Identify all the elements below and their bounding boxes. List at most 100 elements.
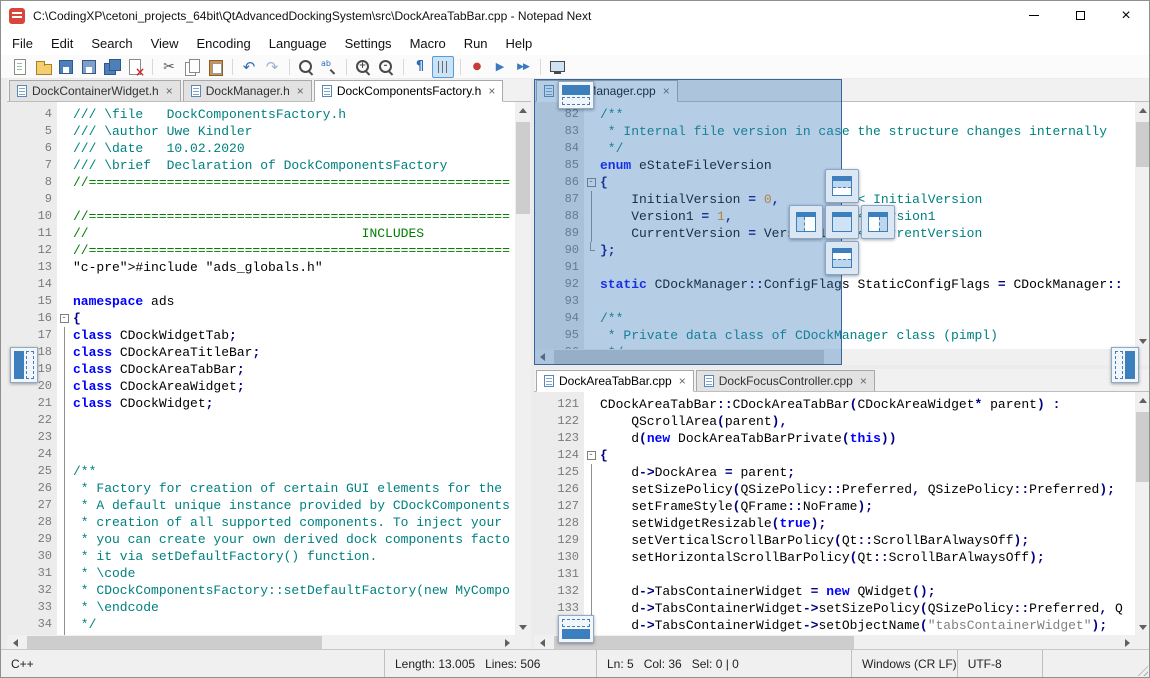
window-controls: × bbox=[1011, 1, 1149, 31]
indent-guides-icon bbox=[434, 58, 452, 76]
redo-button[interactable]: ↷ bbox=[261, 56, 283, 78]
tab-dockcomponentsfactory-h[interactable]: DockComponentsFactory.h× bbox=[314, 80, 504, 102]
menu-help[interactable]: Help bbox=[497, 33, 542, 54]
menu-macro[interactable]: Macro bbox=[401, 33, 455, 54]
vertical-scrollbar[interactable] bbox=[1135, 102, 1150, 349]
run-macro-multiple-button[interactable]: ▶▶ bbox=[512, 56, 534, 78]
menu-language[interactable]: Language bbox=[260, 33, 336, 54]
tab-dockareatabbar-cpp[interactable]: DockAreaTabBar.cpp× bbox=[536, 370, 694, 392]
fold-margin bbox=[57, 140, 71, 157]
show-symbols-button[interactable]: ¶ bbox=[409, 56, 431, 78]
fold-margin bbox=[57, 395, 71, 412]
open-file-button[interactable] bbox=[32, 56, 54, 78]
drop-indicator-bottom-edge[interactable] bbox=[558, 615, 594, 643]
vertical-scrollbar[interactable] bbox=[515, 102, 531, 635]
menu-file[interactable]: File bbox=[3, 33, 42, 54]
line-number: 32 bbox=[7, 582, 57, 599]
scroll-up-icon[interactable] bbox=[1135, 102, 1150, 118]
close-button[interactable]: × bbox=[1103, 1, 1149, 30]
monitor-button[interactable] bbox=[546, 56, 568, 78]
editor-left[interactable]: 4/// \file DockComponentsFactory.h5/// \… bbox=[7, 102, 515, 635]
tab-close-icon[interactable]: × bbox=[297, 85, 304, 97]
replace-button[interactable] bbox=[318, 56, 340, 78]
window-title: C:\CodingXP\cetoni_projects_64bit\QtAdva… bbox=[33, 9, 1011, 23]
paste-button[interactable] bbox=[204, 56, 226, 78]
tab-dockcontainerwidget-h[interactable]: DockContainerWidget.h× bbox=[9, 80, 181, 101]
app-icon bbox=[9, 8, 25, 24]
code-text: setWidgetResizable(true); bbox=[598, 515, 826, 532]
drop-indicator-top-edge[interactable] bbox=[558, 81, 594, 109]
status-eol-mode[interactable]: Windows (CR LF) bbox=[852, 650, 958, 677]
drop-indicator-bottom[interactable] bbox=[825, 241, 859, 275]
save-file-button[interactable] bbox=[55, 56, 77, 78]
menu-edit[interactable]: Edit bbox=[42, 33, 82, 54]
maximize-icon bbox=[1076, 11, 1085, 20]
editor-bottom-right[interactable]: 121CDockAreaTabBar::CDockAreaTabBar(CDoc… bbox=[534, 392, 1135, 635]
scrollbar-thumb[interactable] bbox=[554, 636, 854, 650]
drop-indicator-left-edge[interactable] bbox=[10, 347, 38, 383]
toolbar: ✂↶↷¶●▶▶▶ bbox=[1, 55, 1149, 79]
fold-collapse-icon[interactable]: - bbox=[584, 447, 598, 464]
fold-collapse-icon[interactable]: - bbox=[57, 310, 71, 327]
code-text: * creation of all supported components. … bbox=[71, 514, 502, 531]
code-text: d->TabsContainerWidget->setSizePolicy(QS… bbox=[598, 600, 1123, 617]
find-button[interactable] bbox=[295, 56, 317, 78]
copy-button[interactable] bbox=[181, 56, 203, 78]
code-line: 33 * \endcode bbox=[7, 599, 515, 616]
code-line: 11// INCLUDES bbox=[7, 225, 515, 242]
code-text: "c-pre">#include "ads_globals.h" bbox=[71, 259, 323, 276]
drop-indicator-right[interactable] bbox=[861, 205, 895, 239]
zoom-out-button[interactable] bbox=[375, 56, 397, 78]
indent-guides-button[interactable] bbox=[432, 56, 454, 78]
status-language[interactable]: C++ bbox=[1, 650, 385, 677]
code-line: 125 d->DockArea = parent; bbox=[534, 464, 1135, 481]
code-line: 32 * CDockComponentsFactory::setDefaultF… bbox=[7, 582, 515, 599]
tab-dockfocuscontroller-cpp[interactable]: DockFocusController.cpp× bbox=[696, 370, 875, 391]
fold-margin bbox=[584, 532, 598, 549]
scroll-up-icon[interactable] bbox=[515, 102, 531, 118]
vertical-scrollbar[interactable] bbox=[1135, 392, 1150, 635]
drop-indicator-right-edge[interactable] bbox=[1111, 347, 1139, 383]
save-file-as-button[interactable] bbox=[78, 56, 100, 78]
cut-button[interactable]: ✂ bbox=[158, 56, 180, 78]
menu-view[interactable]: View bbox=[142, 33, 188, 54]
tab-dockmanager-h[interactable]: DockManager.h× bbox=[183, 80, 312, 101]
resize-grip[interactable] bbox=[1135, 663, 1148, 676]
tab-close-icon[interactable]: × bbox=[166, 85, 173, 97]
tab-close-icon[interactable]: × bbox=[488, 85, 495, 97]
code-line: 130 setHorizontalScrollBarPolicy(Qt::Scr… bbox=[534, 549, 1135, 566]
drop-indicator-center[interactable] bbox=[825, 205, 859, 239]
minimize-button[interactable] bbox=[1011, 1, 1057, 30]
scrollbar-thumb[interactable] bbox=[516, 122, 530, 214]
undo-button[interactable]: ↶ bbox=[238, 56, 260, 78]
code-text: * you can create your own derived dock c… bbox=[71, 531, 510, 548]
drop-indicator-top[interactable] bbox=[825, 169, 859, 203]
code-text: class CDockWidget; bbox=[71, 395, 213, 412]
play-macro-button[interactable]: ▶ bbox=[489, 56, 511, 78]
scrollbar-thumb[interactable] bbox=[1136, 122, 1150, 167]
status-encoding[interactable]: UTF-8 bbox=[958, 650, 1043, 677]
close-file-button[interactable] bbox=[124, 56, 146, 78]
code-text: * \code bbox=[71, 565, 135, 582]
tab-close-icon[interactable]: × bbox=[860, 375, 867, 387]
save-all-button[interactable] bbox=[101, 56, 123, 78]
scrollbar-thumb[interactable] bbox=[1136, 412, 1150, 482]
fold-margin bbox=[57, 616, 71, 633]
scroll-down-icon[interactable] bbox=[1135, 619, 1150, 635]
scrollbar-thumb[interactable] bbox=[27, 636, 322, 650]
fold-margin bbox=[57, 514, 71, 531]
record-macro-button[interactable]: ● bbox=[466, 56, 488, 78]
menu-encoding[interactable]: Encoding bbox=[188, 33, 260, 54]
line-number: 21 bbox=[7, 395, 57, 412]
new-file-button[interactable] bbox=[9, 56, 31, 78]
code-line: 31 * \code bbox=[7, 565, 515, 582]
maximize-button[interactable] bbox=[1057, 1, 1103, 30]
menu-settings[interactable]: Settings bbox=[336, 33, 401, 54]
drop-indicator-left[interactable] bbox=[789, 205, 823, 239]
zoom-in-button[interactable] bbox=[352, 56, 374, 78]
tab-close-icon[interactable]: × bbox=[679, 375, 686, 387]
scroll-up-icon[interactable] bbox=[1135, 392, 1150, 408]
menu-run[interactable]: Run bbox=[455, 33, 497, 54]
scroll-down-icon[interactable] bbox=[515, 619, 531, 635]
menu-search[interactable]: Search bbox=[82, 33, 141, 54]
